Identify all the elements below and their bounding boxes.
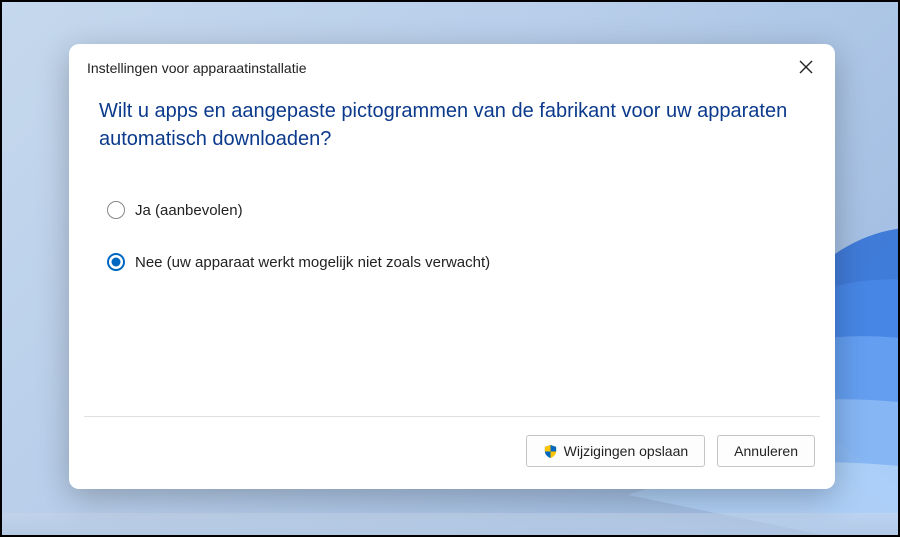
save-changes-button[interactable]: Wijzigingen opslaan xyxy=(526,435,706,467)
radio-option-yes[interactable]: Ja (aanbevolen) xyxy=(107,201,805,219)
dialog-footer: Wijzigingen opslaan Annuleren xyxy=(69,417,835,489)
dialog-question: Wilt u apps en aangepaste pictogrammen v… xyxy=(99,97,805,153)
radio-icon-selected xyxy=(107,253,125,271)
cancel-button[interactable]: Annuleren xyxy=(717,435,815,467)
close-button[interactable] xyxy=(795,57,817,79)
radio-label: Nee (uw apparaat werkt mogelijk niet zoa… xyxy=(135,254,490,271)
radio-icon xyxy=(107,201,125,219)
radio-group: Ja (aanbevolen) Nee (uw apparaat werkt m… xyxy=(99,201,805,271)
close-icon xyxy=(799,60,813,77)
save-button-label: Wijzigingen opslaan xyxy=(564,443,689,459)
dialog-title: Instellingen voor apparaatinstallatie xyxy=(87,60,306,76)
cancel-button-label: Annuleren xyxy=(734,443,798,459)
uac-shield-icon xyxy=(543,444,558,459)
radio-label: Ja (aanbevolen) xyxy=(135,202,243,219)
radio-option-no[interactable]: Nee (uw apparaat werkt mogelijk niet zoa… xyxy=(107,253,805,271)
dialog-content: Wilt u apps en aangepaste pictogrammen v… xyxy=(69,89,835,416)
taskbar xyxy=(2,513,898,535)
desktop-background: Instellingen voor apparaatinstallatie Wi… xyxy=(2,2,898,535)
device-installation-settings-dialog: Instellingen voor apparaatinstallatie Wi… xyxy=(69,44,835,489)
dialog-titlebar: Instellingen voor apparaatinstallatie xyxy=(69,44,835,89)
